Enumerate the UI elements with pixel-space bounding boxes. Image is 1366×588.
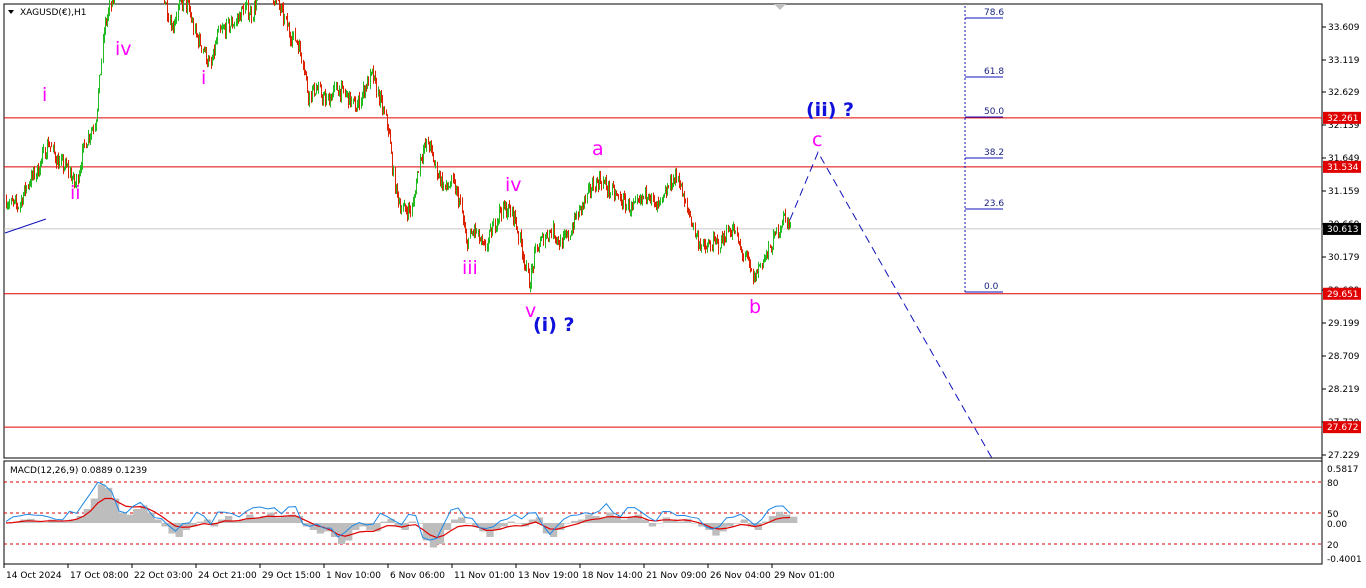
histogram-bar	[154, 519, 162, 523]
histogram-bar	[104, 488, 113, 523]
histogram-bar	[224, 516, 233, 523]
time-tick-label: 29 Nov 01:00	[774, 571, 835, 581]
time-tick-label: 29 Oct 15:00	[262, 571, 321, 581]
wave-label: c	[812, 129, 822, 151]
wave-label: iv	[115, 38, 132, 60]
histogram-bar	[232, 521, 240, 523]
histogram-bar	[726, 523, 734, 527]
price-tick-label: 27.229	[1328, 451, 1360, 461]
histogram-bar	[719, 523, 727, 532]
price-tag-label: 32.261	[1327, 114, 1359, 124]
price-tick-label: 29.199	[1328, 319, 1360, 329]
histogram-bar	[740, 519, 748, 523]
time-tick-label: 26 Nov 04:00	[710, 571, 771, 581]
histogram-bar	[408, 521, 416, 523]
histogram-bar	[337, 523, 346, 544]
histogram-bar	[790, 516, 798, 523]
price-tick-label: 33.119	[1328, 56, 1360, 66]
histogram-bar	[458, 517, 466, 523]
histogram-bar	[655, 523, 664, 524]
wave-label: (ii) ?	[806, 99, 854, 121]
time-tick-label: 18 Nov 14:00	[582, 571, 643, 581]
time-tick-label: 24 Oct 21:00	[198, 571, 257, 581]
histogram-bar	[782, 514, 791, 523]
time-tick-label: 14 Oct 2024	[6, 571, 62, 581]
indicator-tick-label: 0.5817	[1327, 465, 1359, 475]
histogram-bar	[274, 517, 282, 523]
histogram-bar	[563, 523, 572, 524]
symbol-label: XAGUSD(€),H1	[20, 8, 86, 18]
histogram-bar	[62, 521, 70, 523]
histogram-bar	[97, 484, 106, 523]
price-tick-label: 30.179	[1328, 253, 1360, 263]
indicator-tick-label: 0.00	[1327, 520, 1347, 530]
time-tick-label: 6 Nov 06:00	[390, 571, 445, 581]
time-tick-label: 17 Oct 08:00	[70, 571, 129, 581]
histogram-bar	[196, 521, 205, 523]
fib-level-label: 0.0	[984, 282, 999, 292]
time-tick-label: 11 Nov 01:00	[454, 571, 515, 581]
price-tick-label: 31.159	[1328, 187, 1360, 197]
histogram-bar	[133, 509, 141, 523]
price-tick-label: 28.709	[1328, 352, 1360, 362]
indicator-tick-label: -0.4001	[1327, 555, 1362, 565]
time-tick-label: 22 Oct 03:00	[134, 571, 193, 581]
wave-label: iii	[462, 257, 478, 279]
fib-level-label: 78.6	[984, 8, 1004, 18]
wave-label: a	[592, 138, 604, 160]
indicator-tick-label: 50	[1327, 510, 1339, 520]
histogram-bar	[267, 512, 275, 523]
histogram-bar	[450, 519, 459, 523]
histogram-bar	[41, 522, 49, 523]
indicator-panel	[3, 460, 1323, 565]
price-tick-label: 32.629	[1328, 88, 1360, 98]
histogram-bar	[733, 523, 741, 524]
fib-level-label: 50.0	[984, 107, 1004, 117]
wave-label: b	[749, 296, 761, 318]
histogram-bar	[620, 519, 628, 523]
histogram-bar	[585, 514, 593, 523]
histogram-bar	[606, 512, 614, 523]
indicator-tick-label: 20	[1327, 541, 1339, 551]
indicator-tick-label: 80	[1327, 479, 1339, 489]
wave-label: (i) ?	[533, 314, 575, 336]
histogram-bar	[514, 523, 522, 524]
histogram-bar	[676, 521, 685, 523]
wave-label: i	[42, 84, 47, 106]
price-tag-label: 30.613	[1327, 225, 1359, 235]
fib-level-label: 23.6	[984, 199, 1004, 209]
histogram-bar	[119, 512, 127, 523]
histogram-bar	[571, 520, 579, 523]
price-tick-label: 33.609	[1328, 23, 1360, 33]
histogram-bar	[281, 516, 289, 523]
histogram-bar	[443, 523, 452, 530]
histogram-bar	[415, 523, 424, 524]
wave-label: i	[201, 67, 206, 89]
histogram-bar	[90, 498, 99, 523]
histogram-bar	[634, 514, 642, 523]
wave-label: ii	[70, 182, 81, 204]
histogram-bar	[691, 523, 699, 524]
histogram-bar	[500, 523, 508, 527]
price-tick-label: 28.219	[1328, 385, 1360, 395]
indicator-label: MACD(12,26,9) 0.0889 0.1239	[10, 466, 147, 476]
time-tick-label: 13 Nov 19:00	[518, 571, 579, 581]
time-tick-label: 21 Nov 09:00	[646, 571, 707, 581]
histogram-bar	[465, 523, 473, 524]
histogram-bar	[627, 517, 635, 523]
price-chart[interactable]: XAGUSD(€),H1 0.0 23.6 38.2 50.0 61.8 78.6 33.…	[0, 0, 1366, 588]
wave-label: iv	[505, 174, 522, 196]
fib-level-label: 61.8	[984, 67, 1004, 77]
time-tick-label: 1 Nov 10:00	[326, 571, 381, 581]
fib-level-label: 38.2	[984, 148, 1004, 158]
histogram-bar	[380, 521, 388, 523]
histogram-bar	[507, 521, 515, 523]
price-tag-label: 29.651	[1327, 290, 1359, 300]
histogram-bar	[126, 514, 134, 523]
price-tag-label: 31.534	[1327, 163, 1359, 173]
histogram-bar	[648, 523, 657, 527]
price-tag-label: 27.672	[1327, 423, 1359, 433]
